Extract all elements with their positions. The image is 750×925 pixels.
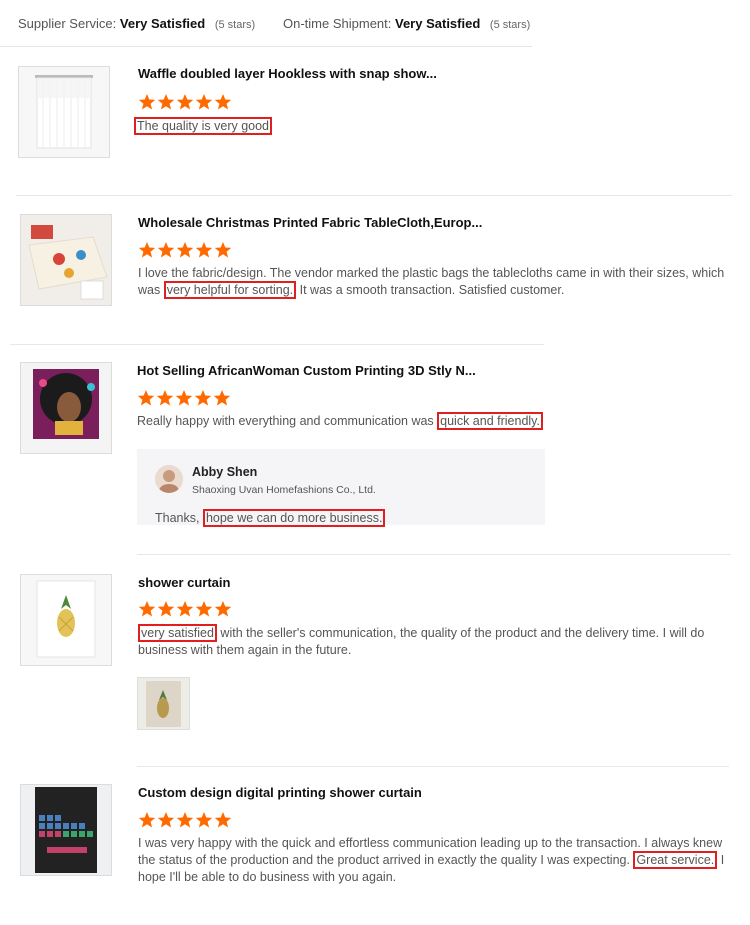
star-icon [157, 94, 175, 110]
reply-text-part: Thanks, [155, 511, 203, 525]
rating-summary-bar: Supplier Service: Very Satisfied (5 star… [0, 0, 532, 47]
review-text-part: It was a smooth transaction. Satisfied c… [296, 283, 565, 297]
review-text-part: Really happy with everything and communi… [137, 414, 438, 428]
tablecloth-thumbnail[interactable] [20, 214, 112, 306]
highlighted-phrase: Great service. [633, 851, 718, 869]
star-rating [137, 389, 232, 407]
star-icon [137, 390, 155, 406]
avatar [155, 465, 183, 493]
pineapple-curtain-thumbnail[interactable] [20, 574, 112, 666]
highlighted-phrase: hope we can do more business. [202, 509, 386, 527]
star-icon [138, 601, 156, 617]
ontime-shipment-value: Very Satisfied [395, 16, 481, 31]
divider [16, 195, 732, 196]
highlighted-phrase: The quality is very good [134, 117, 273, 135]
product-title[interactable]: Custom design digital printing shower cu… [138, 785, 422, 800]
star-icon [157, 812, 175, 828]
star-icon [176, 242, 194, 258]
product-title[interactable]: Wholesale Christmas Printed Fabric Table… [138, 215, 482, 230]
ontime-shipment-stars: (5 stars) [489, 19, 531, 31]
star-icon [195, 242, 213, 258]
star-icon [156, 390, 174, 406]
star-icon [214, 94, 232, 110]
star-icon [214, 601, 232, 617]
star-icon [213, 390, 231, 406]
star-icon [214, 242, 232, 258]
star-icon [138, 812, 156, 828]
star-icon [157, 242, 175, 258]
supplier-service-stars: (5 stars) [214, 19, 256, 31]
star-rating [138, 93, 233, 111]
review-text: The quality is very good [134, 117, 273, 135]
star-icon [176, 94, 194, 110]
star-icon [176, 812, 194, 828]
reply-company-name: Shaoxing Uvan Homefashions Co., Ltd. [192, 484, 376, 496]
star-icon [214, 812, 232, 828]
review-photo-thumbnail[interactable] [137, 677, 190, 730]
reply-author-name: Abby Shen [192, 465, 258, 479]
supplier-reply: Abby Shen Shaoxing Uvan Homefashions Co.… [137, 449, 545, 527]
star-icon [195, 94, 213, 110]
divider [137, 766, 729, 767]
divider [10, 344, 544, 345]
review-text-part: with the seller's communication, the qua… [138, 626, 705, 657]
star-icon [194, 390, 212, 406]
periodic-table-curtain-thumbnail[interactable] [20, 784, 112, 876]
review-text: I love the fabric/design. The vendor mar… [138, 265, 738, 299]
ontime-shipment-rating: On-time Shipment: Very Satisfied (5 star… [283, 16, 530, 31]
highlighted-phrase: very satisfied [138, 624, 217, 642]
star-rating [138, 241, 233, 259]
star-rating [138, 600, 233, 618]
supplier-service-rating: Supplier Service: Very Satisfied (5 star… [18, 16, 255, 31]
african-woman-curtain-thumbnail[interactable] [20, 362, 112, 454]
reply-message: Thanks, hope we can do more business. [155, 509, 386, 527]
star-icon [176, 601, 194, 617]
star-icon [157, 601, 175, 617]
ontime-shipment-label: On-time Shipment: [283, 16, 392, 31]
star-icon [138, 94, 156, 110]
product-title[interactable]: Waffle doubled layer Hookless with snap … [138, 66, 437, 81]
review-text: very satisfied with the seller's communi… [138, 624, 734, 659]
product-title[interactable]: shower curtain [138, 575, 230, 590]
star-rating [138, 811, 233, 829]
highlighted-phrase: quick and friendly. [437, 412, 543, 430]
review-text: I was very happy with the quick and effo… [138, 835, 734, 886]
star-icon [175, 390, 193, 406]
supplier-service-value: Very Satisfied [119, 16, 206, 31]
white-curtain-thumbnail[interactable] [18, 66, 110, 158]
star-icon [195, 601, 213, 617]
highlighted-phrase: very helpful for sorting. [163, 281, 297, 299]
divider [137, 554, 731, 555]
review-text: Really happy with everything and communi… [137, 412, 543, 430]
supplier-service-label: Supplier Service: [18, 16, 117, 31]
star-icon [195, 812, 213, 828]
product-title[interactable]: Hot Selling AfricanWoman Custom Printing… [137, 363, 476, 378]
star-icon [138, 242, 156, 258]
